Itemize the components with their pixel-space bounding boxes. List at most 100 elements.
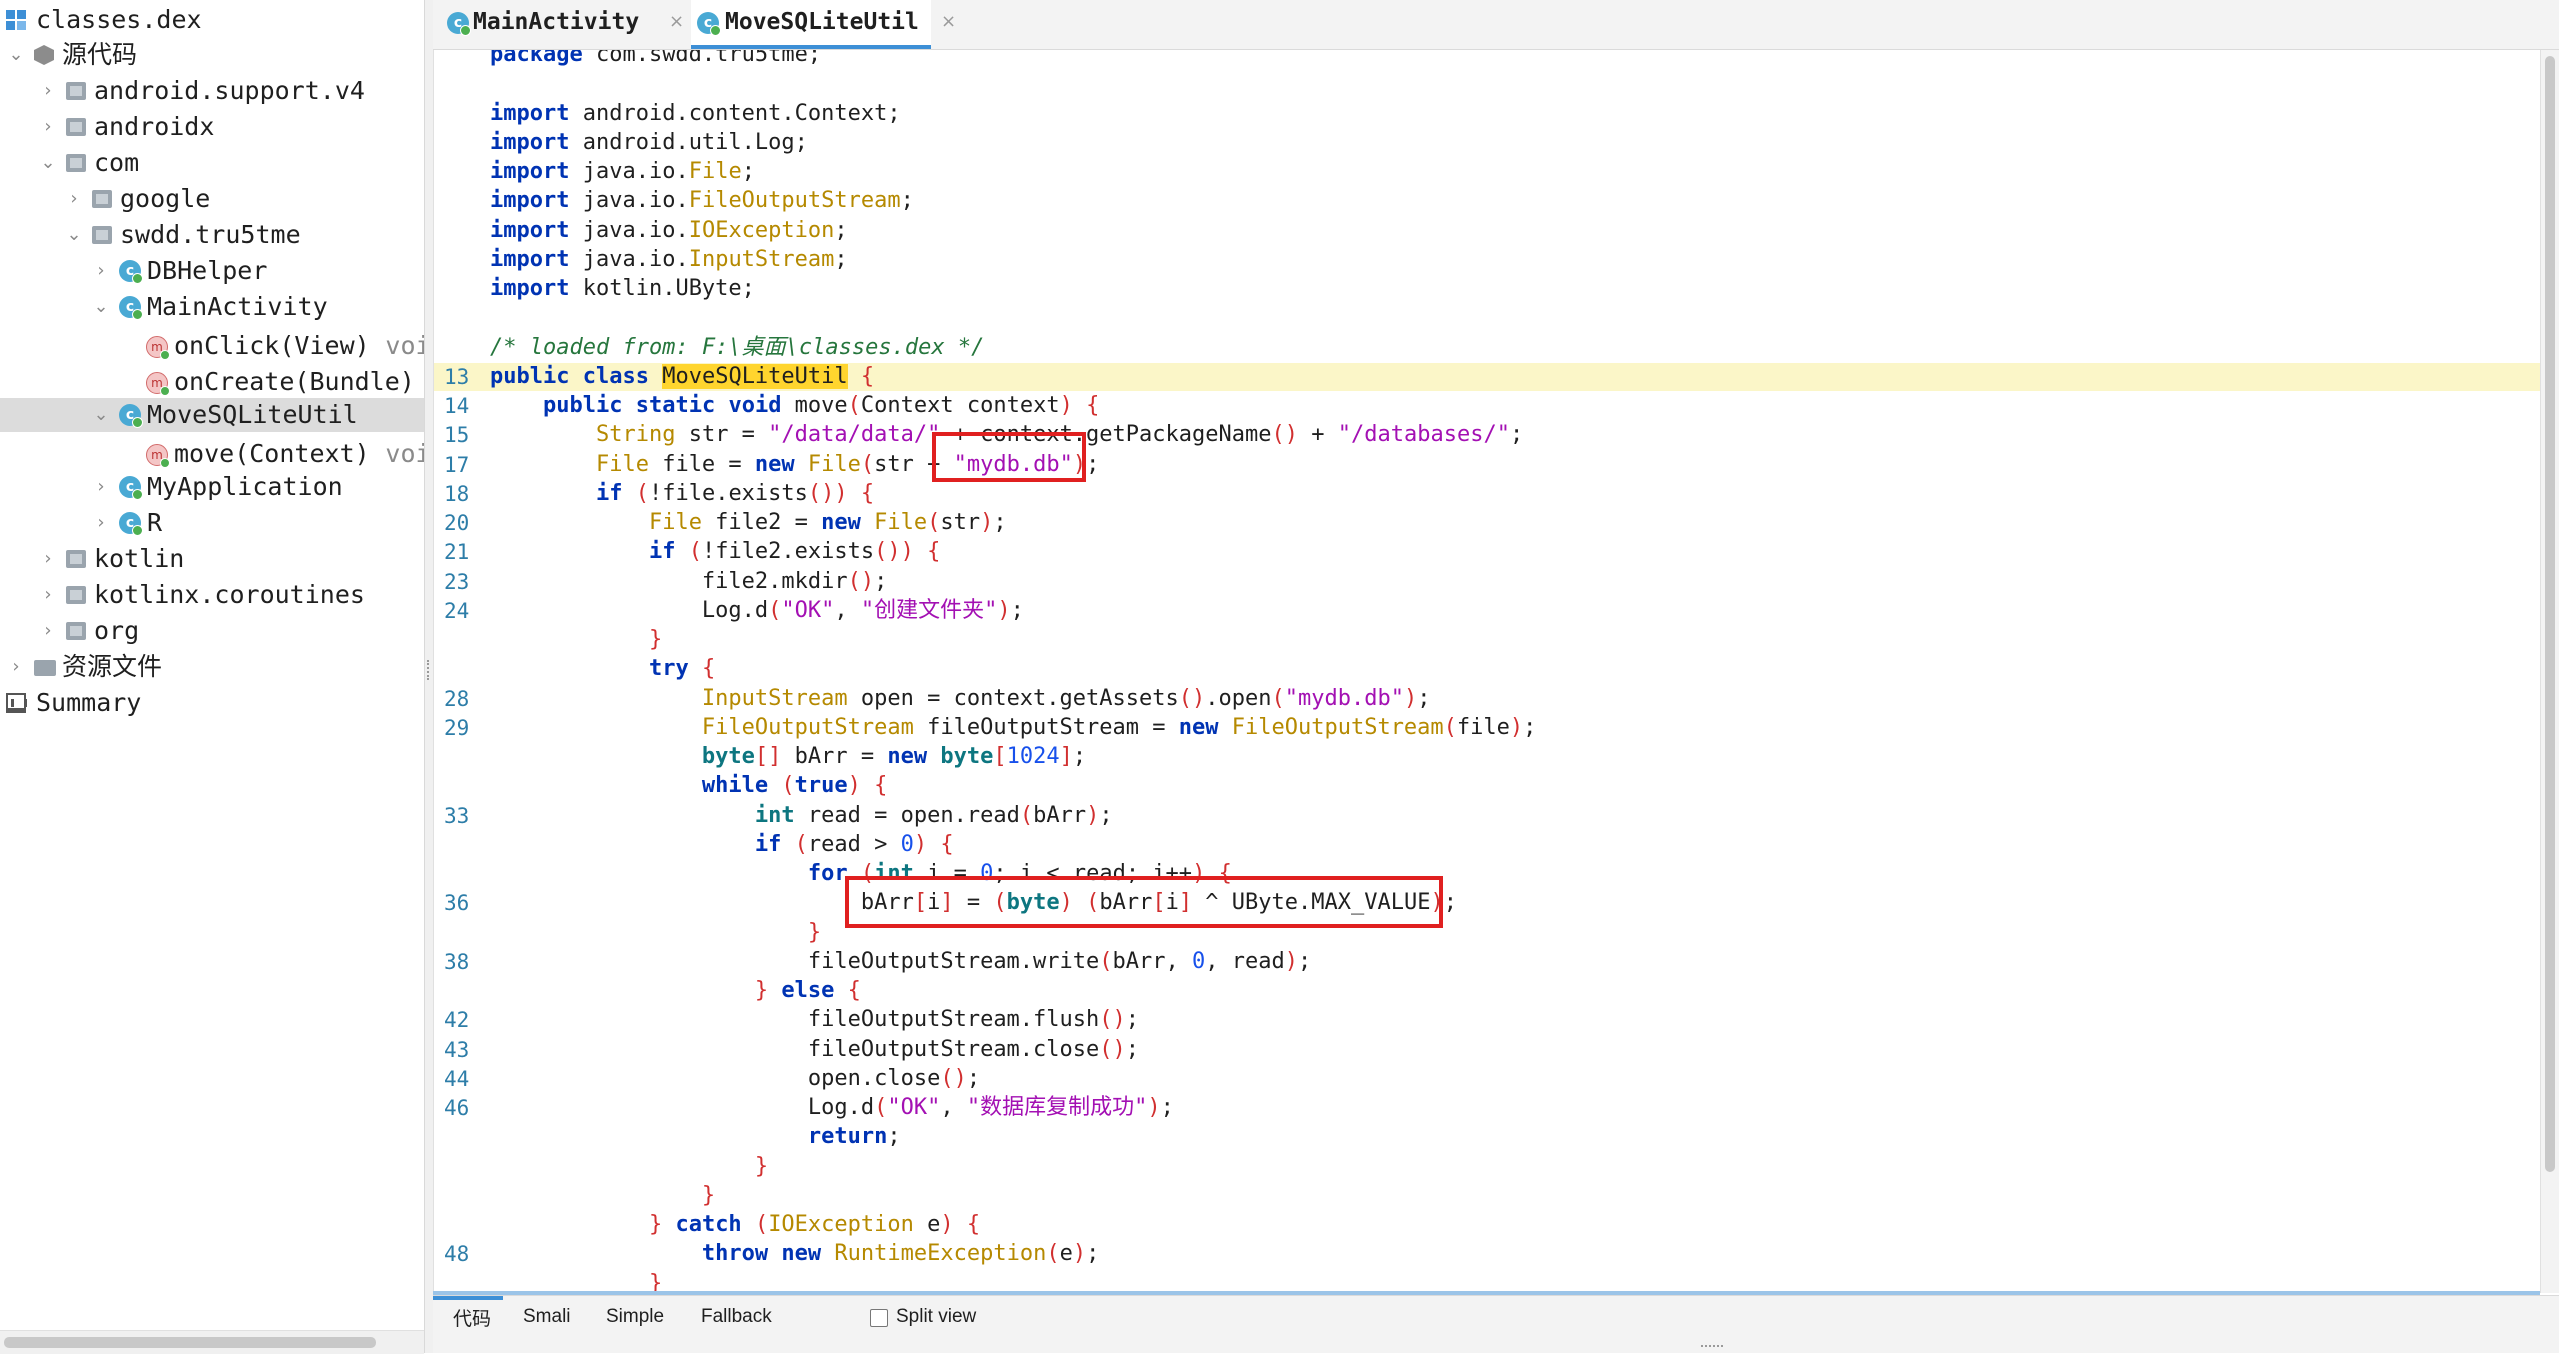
code-text: import android.util.Log; bbox=[490, 129, 808, 155]
code-line[interactable] bbox=[434, 70, 2541, 98]
code-line[interactable]: 44 open.close(); bbox=[434, 1065, 2541, 1093]
chevron-right-icon[interactable]: › bbox=[8, 650, 24, 684]
code-text: import java.io.IOException; bbox=[490, 217, 848, 243]
code-line[interactable]: 13 public class MoveSQLiteUtil { bbox=[434, 362, 2541, 391]
package-icon bbox=[66, 550, 86, 568]
code-editor[interactable]: package com.swdd.tru5tme; import android.… bbox=[433, 50, 2541, 1293]
code-line[interactable]: import java.io.IOException; bbox=[434, 217, 2541, 245]
code-line[interactable]: 36 bArr[i] = (byte) (bArr[i] ^ UByte.MAX… bbox=[434, 889, 2541, 917]
code-line[interactable]: } else { bbox=[434, 977, 2541, 1005]
code-text: int read = open.read(bArr); bbox=[754, 802, 1113, 828]
code-line[interactable]: import android.content.Context; bbox=[434, 100, 2541, 128]
code-line[interactable]: 24 Log.d("OK", "创建文件夹"); bbox=[434, 597, 2541, 625]
code-line[interactable]: return; bbox=[434, 1123, 2541, 1151]
split-view-checkbox[interactable] bbox=[870, 1309, 888, 1327]
code-line[interactable]: 38 fileOutputStream.write(bArr, 0, read)… bbox=[434, 948, 2541, 976]
chevron-down-icon[interactable]: ⌄ bbox=[93, 290, 109, 324]
code-line[interactable]: 43 fileOutputStream.close(); bbox=[434, 1036, 2541, 1064]
tab-smali[interactable]: Smali bbox=[523, 1296, 571, 1338]
code-line[interactable]: 23 file2.mkdir(); bbox=[434, 568, 2541, 596]
chevron-right-icon[interactable]: › bbox=[40, 578, 56, 612]
code-line[interactable]: 14 public static void move(Context conte… bbox=[434, 392, 2541, 420]
code-line[interactable]: for (int i = 0; i < read; i++) { bbox=[434, 860, 2541, 888]
chevron-right-icon[interactable]: › bbox=[93, 506, 109, 540]
tree-node-label: org bbox=[94, 616, 140, 645]
chevron-down-icon[interactable]: ⌄ bbox=[66, 218, 82, 252]
code-line[interactable]: 17 File file = new File(str + "mydb.db")… bbox=[434, 451, 2541, 479]
chevron-right-icon[interactable]: › bbox=[93, 470, 109, 504]
code-line[interactable]: 20 File file2 = new File(str); bbox=[434, 509, 2541, 537]
code-line[interactable]: } bbox=[434, 626, 2541, 654]
tree-node-label: androidx bbox=[94, 112, 215, 141]
code-text: open.close(); bbox=[490, 1065, 981, 1091]
tab-movesqliteutil[interactable]: c MoveSQLiteUtil × bbox=[691, 0, 956, 49]
code-line[interactable]: 28 InputStream open = context.getAssets(… bbox=[434, 685, 2541, 713]
tab-mainactivity[interactable]: c MainActivity × bbox=[443, 0, 684, 49]
tab-code[interactable]: 代码 bbox=[433, 1296, 503, 1338]
tree-horizontal-scrollbar[interactable] bbox=[0, 1330, 424, 1354]
code-line[interactable]: 29 FileOutputStream fileOutputStream = n… bbox=[434, 714, 2541, 742]
tree-node-label: google bbox=[120, 184, 211, 213]
tree-node-label: swdd.tru5tme bbox=[120, 220, 301, 249]
code-line[interactable]: import java.io.File; bbox=[434, 158, 2541, 186]
chevron-right-icon[interactable]: › bbox=[40, 110, 56, 144]
method-icon: m bbox=[146, 444, 170, 468]
package-icon bbox=[66, 118, 86, 136]
code-line[interactable]: } bbox=[434, 1153, 2541, 1181]
code-line[interactable] bbox=[434, 304, 2541, 332]
code-line[interactable]: 42 fileOutputStream.flush(); bbox=[434, 1006, 2541, 1034]
code-line[interactable]: import android.util.Log; bbox=[434, 129, 2541, 157]
chevron-down-icon[interactable]: ⌄ bbox=[93, 398, 109, 432]
scrollbar-thumb[interactable] bbox=[2545, 56, 2555, 1172]
scrollbar-thumb[interactable] bbox=[4, 1337, 376, 1348]
resize-grip[interactable] bbox=[1701, 1345, 1723, 1350]
code-line[interactable]: import java.io.InputStream; bbox=[434, 246, 2541, 274]
chevron-right-icon[interactable]: › bbox=[66, 182, 82, 216]
code-line[interactable]: 18 if (!file.exists()) { bbox=[434, 480, 2541, 508]
code-text: import android.content.Context; bbox=[490, 100, 901, 126]
tree-node-label: kotlinx.coroutines bbox=[94, 580, 365, 609]
code-line[interactable]: 46 Log.d("OK", "数据库复制成功"); bbox=[434, 1094, 2541, 1122]
code-line[interactable]: if (read > 0) { bbox=[434, 831, 2541, 859]
code-line[interactable]: try { bbox=[434, 655, 2541, 683]
code-line[interactable]: import kotlin.UByte; bbox=[434, 275, 2541, 303]
code-line[interactable]: /* loaded from: F:\桌面\classes.dex */ bbox=[434, 334, 2541, 362]
chevron-down-icon[interactable]: ⌄ bbox=[40, 146, 56, 180]
status-strip bbox=[433, 1337, 2559, 1353]
code-text: if (!file2.exists()) { bbox=[648, 539, 941, 565]
code-line[interactable]: } catch (IOException e) { bbox=[434, 1211, 2541, 1239]
chevron-right-icon[interactable]: › bbox=[93, 254, 109, 288]
code-text: } bbox=[648, 627, 663, 652]
code-line[interactable]: package com.swdd.tru5tme; bbox=[434, 50, 2541, 69]
tree-node-label: Summary bbox=[36, 688, 142, 717]
splitter-grip[interactable] bbox=[427, 660, 432, 680]
tree-node-movesqliteutil[interactable]: ⌄ c MoveSQLiteUtil bbox=[0, 398, 424, 432]
class-icon: c bbox=[447, 12, 471, 36]
split-view-label[interactable]: Split view bbox=[896, 1296, 976, 1338]
close-icon[interactable]: × bbox=[669, 0, 684, 44]
code-line[interactable]: 21 if (!file2.exists()) { bbox=[434, 538, 2541, 566]
line-number: 28 bbox=[444, 686, 470, 711]
code-line[interactable]: 15 String str = "/data/data/" + context.… bbox=[434, 421, 2541, 449]
class-icon: c bbox=[119, 476, 143, 500]
code-line[interactable]: } bbox=[434, 1270, 2541, 1294]
tab-simple[interactable]: Simple bbox=[606, 1296, 664, 1338]
tab-fallback[interactable]: Fallback bbox=[701, 1296, 772, 1338]
chevron-right-icon[interactable]: › bbox=[40, 542, 56, 576]
code-line[interactable]: import java.io.FileOutputStream; bbox=[434, 187, 2541, 215]
code-line[interactable]: } bbox=[434, 919, 2541, 947]
code-text: } bbox=[754, 1153, 769, 1179]
code-line[interactable]: 33 int read = open.read(bArr); bbox=[434, 802, 2541, 830]
chevron-right-icon[interactable]: › bbox=[40, 614, 56, 648]
code-text: FileOutputStream fileOutputStream = new … bbox=[701, 714, 1537, 740]
code-line[interactable]: while (true) { bbox=[434, 772, 2541, 800]
close-icon[interactable]: × bbox=[941, 0, 956, 44]
code-line[interactable]: byte[] bArr = new byte[1024]; bbox=[434, 743, 2541, 771]
tree-node-return-type: voi bbox=[385, 439, 424, 468]
editor-vertical-scrollbar[interactable] bbox=[2540, 50, 2559, 1293]
code-line[interactable]: 48 throw new RuntimeException(e); bbox=[434, 1240, 2541, 1268]
code-line[interactable]: } bbox=[434, 1182, 2541, 1210]
chevron-down-icon[interactable]: ⌄ bbox=[8, 38, 24, 72]
panel-splitter[interactable] bbox=[424, 0, 433, 1353]
chevron-right-icon[interactable]: › bbox=[40, 74, 56, 108]
